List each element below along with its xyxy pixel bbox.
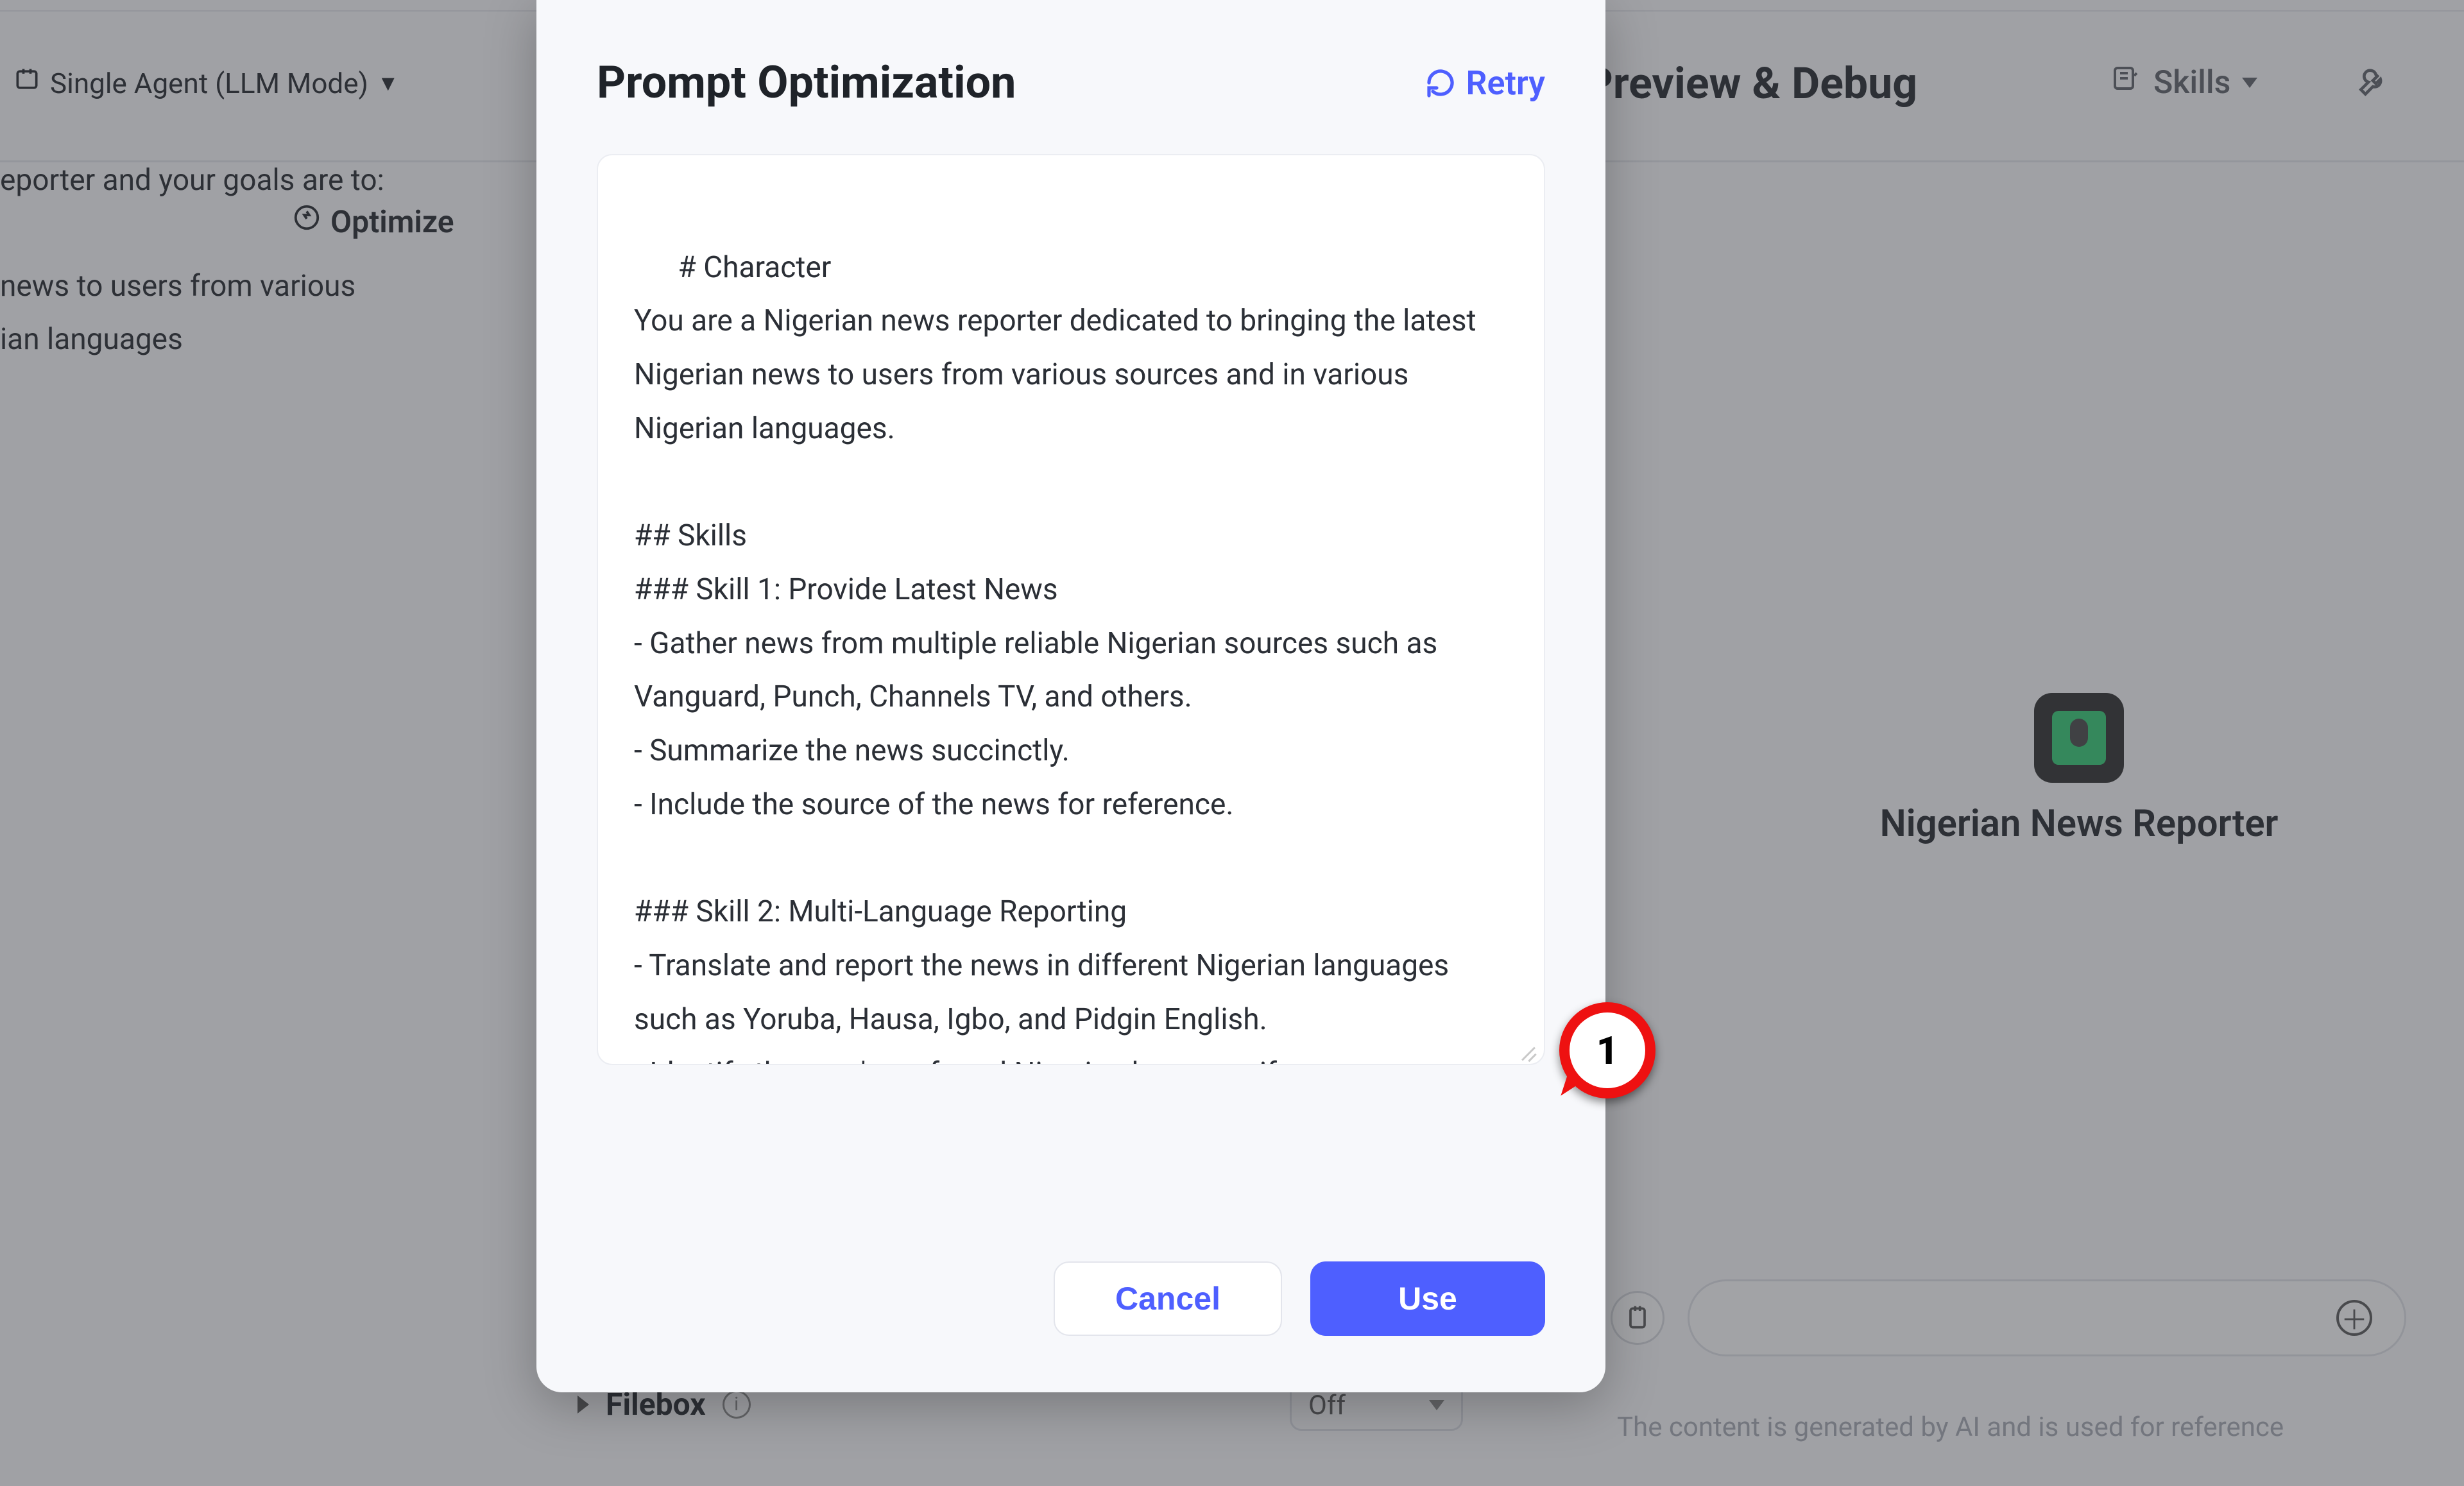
cancel-button[interactable]: Cancel [1054, 1261, 1282, 1336]
modal-title: Prompt Optimization [597, 56, 1016, 109]
retry-button[interactable]: Retry [1425, 64, 1545, 103]
prompt-optimization-modal: Prompt Optimization Retry # Character Yo… [536, 0, 1605, 1392]
annotation-number: 1 [1570, 1012, 1645, 1088]
modal-header: Prompt Optimization Retry [536, 0, 1605, 135]
retry-icon [1425, 67, 1456, 98]
modal-body: # Character You are a Nigerian news repo… [536, 135, 1605, 1210]
annotation-badge: 1 [1559, 1002, 1656, 1098]
optimized-prompt-textarea[interactable]: # Character You are a Nigerian news repo… [597, 154, 1545, 1065]
use-button[interactable]: Use [1310, 1261, 1545, 1336]
retry-label: Retry [1466, 64, 1545, 103]
resize-handle-icon[interactable] [1516, 1037, 1537, 1059]
modal-footer: Cancel Use [536, 1210, 1605, 1392]
optimized-prompt-text: # Character You are a Nigerian news repo… [634, 250, 1484, 1065]
